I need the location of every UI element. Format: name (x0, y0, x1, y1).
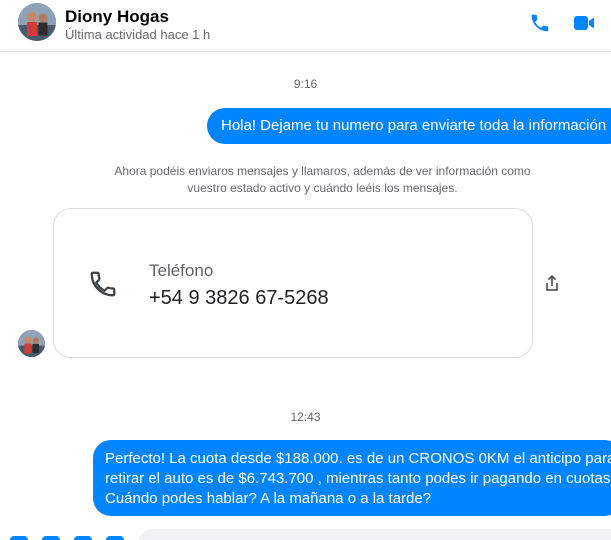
message-timestamp: 9:16 (293, 77, 318, 91)
last-active-status: Última actividad hace 1 h (65, 27, 211, 42)
contact-name[interactable]: Diony Hogas (65, 7, 169, 27)
phone-call-button[interactable] (527, 10, 553, 36)
message-timestamp: 12:43 (290, 410, 321, 424)
gif-icon[interactable] (106, 536, 124, 540)
contact-phone-number: +54 9 3826 67-5268 (149, 287, 329, 309)
video-call-icon (574, 16, 594, 30)
notice-line: Ahora podéis enviaros mensajes y llamaro… (114, 164, 531, 178)
phone-icon (88, 269, 118, 299)
composer-bar (0, 528, 611, 540)
shared-contact-card[interactable]: Teléfono +54 9 3826 67-5268 (53, 208, 533, 358)
outgoing-message[interactable]: Perfecto! La cuota desde $188.000. es de… (93, 440, 611, 516)
message-input[interactable] (138, 529, 611, 540)
notice-line: vuestro estado activo y cuándo leéis los… (187, 181, 458, 195)
share-button[interactable] (543, 274, 561, 294)
message-text: Hola! Dejame tu numero para enviarte tod… (221, 117, 607, 134)
message-text-line: Perfecto! La cuota desde $188.000. es de… (105, 450, 611, 467)
share-icon (546, 274, 558, 291)
outgoing-message[interactable]: Hola! Dejame tu numero para enviarte tod… (207, 108, 611, 144)
contact-avatar-small[interactable] (18, 330, 45, 357)
phone-icon (531, 14, 549, 32)
cropped-text-fragment (204, 209, 224, 220)
more-actions-icon[interactable] (10, 536, 28, 540)
contact-avatar[interactable] (18, 3, 56, 41)
sticker-icon[interactable] (74, 536, 92, 540)
message-text-line: Cuándo podes hablar? A la mañana o a la … (105, 490, 432, 507)
video-call-button[interactable] (571, 10, 597, 36)
contact-field-label: Teléfono (149, 261, 214, 280)
message-text-line: retirar el auto es de $6.743.700 , mient… (105, 470, 611, 487)
connection-notice: Ahora podéis enviaros mensajes y llamaro… (100, 163, 545, 197)
chat-header: Diony Hogas Última actividad hace 1 h (0, 0, 611, 52)
photo-icon[interactable] (42, 536, 60, 540)
